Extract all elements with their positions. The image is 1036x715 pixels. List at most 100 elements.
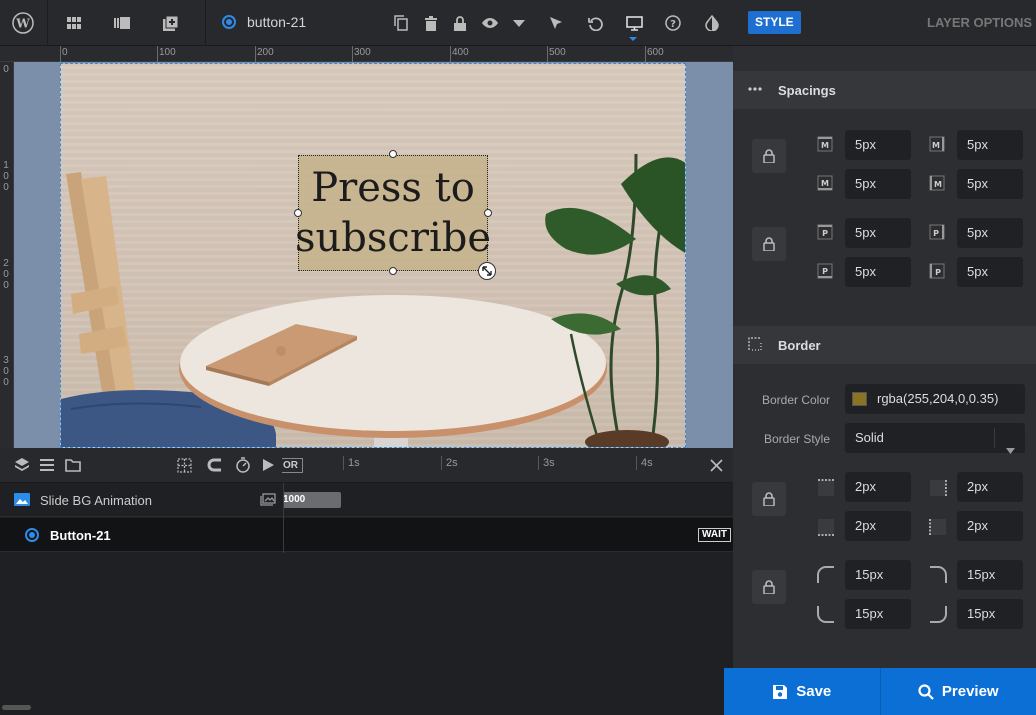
dropdown-icon[interactable] bbox=[507, 11, 531, 35]
slides-icon[interactable] bbox=[110, 11, 134, 35]
timeline-row-slide-bg[interactable]: Slide BG Animation 1000 bbox=[0, 483, 733, 517]
border-width-lock-button[interactable] bbox=[752, 482, 786, 516]
radius-top-left-icon bbox=[816, 565, 836, 585]
border-style-select[interactable]: Solid bbox=[845, 423, 1025, 454]
border-top-input[interactable]: 2px bbox=[845, 472, 911, 502]
wait-badge[interactable]: WAIT bbox=[698, 528, 731, 542]
slide-stage[interactable]: Press to subscribe bbox=[60, 63, 686, 448]
delete-icon[interactable] bbox=[419, 11, 443, 35]
padding-lock-button[interactable] bbox=[752, 227, 786, 261]
border-color-value: rgba(255,204,0,0.35) bbox=[877, 391, 999, 406]
resize-handle-top[interactable] bbox=[389, 150, 397, 158]
border-radius-lock-button[interactable] bbox=[752, 570, 786, 604]
margin-right-icon: M bbox=[929, 136, 945, 152]
spacings-section-header[interactable]: Spacings bbox=[733, 71, 1036, 109]
folder-icon[interactable] bbox=[61, 453, 85, 477]
svg-text:W: W bbox=[15, 17, 30, 31]
time-mark-3s: 3s bbox=[543, 457, 555, 469]
border-section-header[interactable]: Border bbox=[733, 326, 1036, 364]
bg-image-settings-icon[interactable] bbox=[260, 493, 276, 511]
grid-icon[interactable] bbox=[62, 11, 86, 35]
desktop-icon[interactable] bbox=[622, 11, 646, 35]
preview-label: Preview bbox=[941, 683, 999, 700]
margin-right-input[interactable]: 5px bbox=[957, 130, 1023, 160]
layer-selected-radio bbox=[222, 15, 236, 29]
timeline-panel: OR 1s 2s 3s 4s Slide BG Animation 1000 B… bbox=[0, 448, 733, 715]
pointer-icon[interactable] bbox=[544, 11, 568, 35]
tab-style[interactable]: STYLE bbox=[748, 11, 801, 34]
timeline-row-button-21[interactable]: Button-21 WAIT bbox=[0, 518, 733, 552]
radius-bottom-right-input[interactable]: 15px bbox=[957, 599, 1023, 629]
resize-corner-icon[interactable] bbox=[478, 262, 496, 280]
color-swatch[interactable] bbox=[852, 392, 867, 406]
border-bottom-icon bbox=[816, 517, 836, 537]
wordpress-icon[interactable]: W bbox=[11, 11, 35, 35]
timeline-row-label: Button-21 bbox=[50, 528, 111, 543]
margin-top-icon: M bbox=[817, 136, 833, 152]
radius-top-right-input[interactable]: 15px bbox=[957, 560, 1023, 590]
selection-icon[interactable] bbox=[172, 453, 196, 477]
border-right-input[interactable]: 2px bbox=[957, 472, 1023, 502]
padding-left-icon: P bbox=[929, 263, 945, 279]
border-color-field[interactable]: rgba(255,204,0,0.35) bbox=[845, 384, 1025, 414]
layers-icon[interactable] bbox=[10, 453, 34, 477]
list-icon[interactable] bbox=[35, 453, 59, 477]
radius-top-right-icon bbox=[928, 565, 948, 585]
save-label: Save bbox=[796, 683, 832, 700]
margin-left-icon: M bbox=[929, 175, 945, 191]
padding-left-input[interactable]: 5px bbox=[957, 257, 1023, 287]
padding-bottom-input[interactable]: 5px bbox=[845, 257, 911, 287]
help-icon[interactable]: ? bbox=[661, 11, 685, 35]
layer-radio-icon bbox=[25, 528, 39, 542]
radius-top-left-input[interactable]: 15px bbox=[845, 560, 911, 590]
margin-bottom-input[interactable]: 5px bbox=[845, 169, 911, 199]
border-left-input[interactable]: 2px bbox=[957, 511, 1023, 541]
svg-text:M: M bbox=[821, 141, 829, 150]
padding-bottom-icon: P bbox=[817, 263, 833, 279]
magnet-icon[interactable] bbox=[202, 453, 226, 477]
chevron-down-icon bbox=[1006, 435, 1015, 465]
preview-button[interactable]: Preview bbox=[879, 668, 1036, 715]
add-slide-icon[interactable] bbox=[158, 11, 182, 35]
svg-text:?: ? bbox=[670, 19, 676, 30]
border-style-value: Solid bbox=[855, 430, 884, 445]
horizontal-scrollbar[interactable] bbox=[2, 705, 31, 710]
visibility-icon[interactable] bbox=[478, 11, 502, 35]
radius-bottom-right-icon bbox=[928, 604, 948, 624]
padding-right-input[interactable]: 5px bbox=[957, 218, 1023, 248]
margin-left-input[interactable]: 5px bbox=[957, 169, 1023, 199]
svg-text:M: M bbox=[934, 180, 942, 189]
duplicate-icon[interactable] bbox=[389, 11, 413, 35]
border-left-icon bbox=[928, 517, 948, 537]
border-bottom-input[interactable]: 2px bbox=[845, 511, 911, 541]
margin-top-input[interactable]: 5px bbox=[845, 130, 911, 160]
save-button[interactable]: Save bbox=[724, 668, 880, 715]
image-icon bbox=[14, 493, 30, 511]
svg-text:P: P bbox=[822, 267, 828, 276]
stopwatch-icon[interactable] bbox=[231, 453, 255, 477]
subscribe-button-layer[interactable]: Press to subscribe bbox=[295, 155, 491, 271]
margin-lock-button[interactable] bbox=[752, 139, 786, 173]
lock-icon[interactable] bbox=[448, 11, 472, 35]
resize-handle-left[interactable] bbox=[294, 209, 302, 217]
editor-canvas[interactable]: Press to subscribe bbox=[14, 62, 733, 448]
time-mark-4s: 4s bbox=[641, 457, 653, 469]
border-style-label: Border Style bbox=[763, 432, 830, 446]
panel-tabs: STYLE LAYER OPTIONS bbox=[733, 0, 1036, 46]
close-icon[interactable] bbox=[704, 453, 728, 477]
resize-handle-bottom[interactable] bbox=[389, 267, 397, 275]
border-top-icon bbox=[816, 478, 836, 498]
contrast-icon[interactable] bbox=[700, 11, 724, 35]
tab-layer-options[interactable]: LAYER OPTIONS bbox=[927, 15, 1032, 30]
svg-text:P: P bbox=[935, 268, 941, 277]
active-device-marker bbox=[629, 37, 637, 41]
radius-bottom-left-input[interactable]: 15px bbox=[845, 599, 911, 629]
undo-icon[interactable] bbox=[583, 11, 607, 35]
more-icon bbox=[748, 82, 762, 101]
slide-bg-duration-bar[interactable]: 1000 bbox=[283, 492, 341, 508]
play-icon[interactable] bbox=[256, 453, 280, 477]
layer-name[interactable]: button-21 bbox=[247, 14, 306, 30]
top-toolbar: W button-21 ? bbox=[0, 0, 733, 46]
padding-top-input[interactable]: 5px bbox=[845, 218, 911, 248]
resize-handle-right[interactable] bbox=[484, 209, 492, 217]
